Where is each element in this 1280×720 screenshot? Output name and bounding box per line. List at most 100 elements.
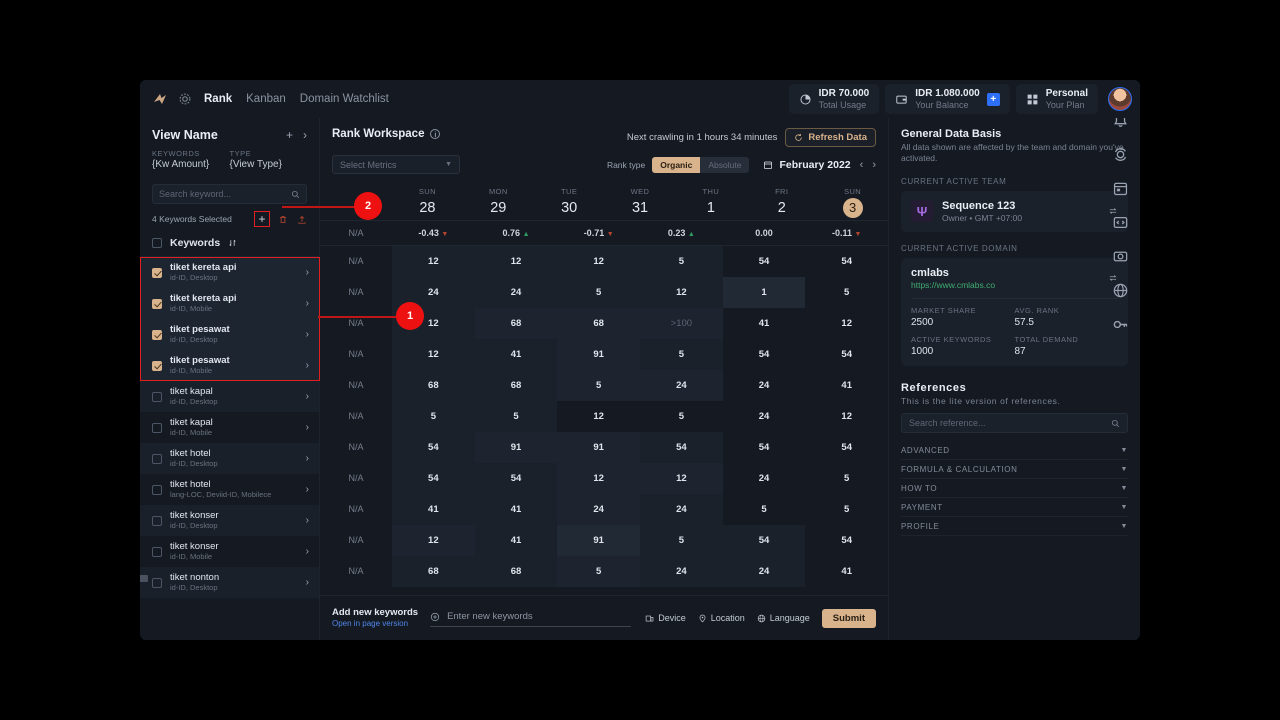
add-keyword-button[interactable]: + <box>254 211 270 227</box>
reference-search-box[interactable] <box>901 413 1128 434</box>
list-item[interactable]: tiket pesawat id-ID, Desktop › <box>140 319 319 350</box>
rank-cell[interactable]: 12 <box>392 246 475 277</box>
rank-cell[interactable]: 41 <box>392 494 475 525</box>
chevron-right-icon[interactable]: › <box>306 391 309 402</box>
table-row[interactable]: N/A 12 12 12 5 54 54 <box>320 246 888 277</box>
grid-day-header[interactable]: MON 29 <box>463 184 534 220</box>
rank-cell[interactable]: 24 <box>640 494 723 525</box>
language-option[interactable]: Language <box>757 613 810 623</box>
sync-icon[interactable] <box>1112 146 1129 163</box>
chevron-right-icon[interactable]: › <box>306 422 309 433</box>
rank-cell[interactable]: 12 <box>557 463 641 494</box>
rank-cell[interactable]: 54 <box>805 525 888 556</box>
rank-cell[interactable]: 68 <box>474 370 558 401</box>
list-item[interactable]: tiket konser id-ID, Desktop › <box>140 505 319 536</box>
rank-cell[interactable]: 24 <box>722 556 806 587</box>
rank-cell[interactable]: 5 <box>557 556 641 587</box>
gear-icon[interactable] <box>178 92 192 106</box>
prev-month-button[interactable]: ‹ <box>860 159 864 171</box>
rank-type-organic[interactable]: Organic <box>652 156 701 173</box>
keyword-checkbox[interactable] <box>152 329 162 340</box>
key-icon[interactable] <box>1112 316 1129 333</box>
rank-cell[interactable]: 24 <box>723 370 806 401</box>
chevron-right-icon[interactable]: › <box>306 577 309 588</box>
list-item[interactable]: tiket kapal id-ID, Desktop › <box>140 381 319 412</box>
nav-item-kanban[interactable]: Kanban <box>246 93 286 105</box>
new-keyword-input[interactable] <box>447 611 632 622</box>
expand-view-button[interactable]: › <box>303 128 307 142</box>
rank-cell[interactable]: 41 <box>474 525 558 556</box>
keyword-checkbox[interactable] <box>152 360 162 371</box>
grid-day-header[interactable]: SUN 28 <box>392 184 463 220</box>
rank-cell[interactable]: 68 <box>474 308 558 339</box>
rank-cell[interactable]: 12 <box>640 463 723 494</box>
sort-icon[interactable] <box>228 238 237 248</box>
calendar-icon[interactable] <box>1112 180 1129 197</box>
rank-type-absolute[interactable]: Absolute <box>700 156 750 173</box>
rank-cell[interactable]: 54 <box>722 525 806 556</box>
grid-day-header[interactable]: TUE 30 <box>534 184 605 220</box>
rank-cell[interactable]: 54 <box>392 432 475 463</box>
rank-cell[interactable]: 91 <box>557 339 641 370</box>
search-input[interactable] <box>159 189 291 199</box>
rank-cell[interactable]: 41 <box>474 339 558 370</box>
chevron-right-icon[interactable]: › <box>306 515 309 526</box>
table-row[interactable]: N/A 12 41 91 5 54 54 <box>320 339 888 370</box>
rank-cell[interactable]: 24 <box>557 494 641 525</box>
submit-button[interactable]: Submit <box>821 608 876 628</box>
reference-accordion-item[interactable]: HOW TO ▼ <box>901 479 1128 499</box>
list-item[interactable]: tiket hotel lang-LOC, Deviid-ID, Mobilece… <box>140 474 319 505</box>
keyword-checkbox[interactable] <box>152 515 162 526</box>
rank-cell[interactable]: 54 <box>805 339 888 370</box>
rank-cell[interactable]: 5 <box>640 339 723 370</box>
info-icon[interactable]: i <box>430 129 441 139</box>
balance-chip[interactable]: IDR 1.080.000 Your Balance + <box>885 84 1010 114</box>
table-row[interactable]: N/A 12 41 91 5 54 54 <box>320 525 888 556</box>
active-team-card[interactable]: Ψ Sequence 123 Owner • GMT +07:00 <box>901 190 1128 232</box>
rank-cell[interactable]: 54 <box>723 246 806 277</box>
keyword-checkbox[interactable] <box>152 422 162 433</box>
chevron-right-icon[interactable]: › <box>306 329 309 340</box>
rank-cell[interactable]: 24 <box>640 370 723 401</box>
open-page-version-link[interactable]: Open in page version <box>332 619 418 629</box>
rank-cell[interactable]: 54 <box>805 432 888 463</box>
nav-item-domain-watchlist[interactable]: Domain Watchlist <box>300 93 389 105</box>
grid-day-header[interactable]: WED 31 <box>605 184 676 220</box>
rank-cell[interactable]: 12 <box>805 401 888 432</box>
avatar[interactable] <box>1108 87 1132 111</box>
rank-cell-na[interactable]: N/A <box>320 339 392 370</box>
rank-cell[interactable]: 5 <box>392 401 475 432</box>
rank-cell-na[interactable]: N/A <box>320 246 392 277</box>
rank-cell-na[interactable]: N/A <box>320 556 392 587</box>
rank-cell[interactable]: 5 <box>805 494 888 525</box>
list-item[interactable]: tiket nonton id-ID, Desktop › <box>140 567 319 598</box>
rank-cell[interactable]: 68 <box>392 556 475 587</box>
rank-cell[interactable]: 5 <box>640 246 723 277</box>
rank-cell[interactable]: 41 <box>805 556 888 587</box>
rank-cell[interactable]: 68 <box>392 370 475 401</box>
rank-cell[interactable]: 91 <box>557 525 641 556</box>
rank-cell[interactable]: 5 <box>640 401 723 432</box>
new-keyword-input-wrap[interactable] <box>430 611 632 627</box>
rank-cell[interactable]: 24 <box>474 277 558 308</box>
rank-cell-na[interactable]: N/A <box>320 463 392 494</box>
code-icon[interactable] <box>1112 214 1129 231</box>
reference-accordion-item[interactable]: PAYMENT ▼ <box>901 498 1128 518</box>
refresh-data-button[interactable]: Refresh Data <box>785 128 876 147</box>
rank-cell[interactable]: 5 <box>805 277 888 308</box>
keyword-checkbox[interactable] <box>152 453 162 464</box>
list-item[interactable]: tiket kereta api id-ID, Desktop › <box>140 257 319 288</box>
rank-cell-na[interactable]: N/A <box>320 432 392 463</box>
keyword-checkbox[interactable] <box>152 546 162 557</box>
domain-url[interactable]: https://www.cmlabs.co <box>911 280 995 290</box>
add-view-button[interactable]: + <box>286 128 293 142</box>
plan-chip[interactable]: Personal Your Plan <box>1015 84 1098 114</box>
table-row[interactable]: N/A 68 68 5 24 24 41 <box>320 556 888 587</box>
trash-icon[interactable] <box>278 214 288 225</box>
rank-cell[interactable]: >100 <box>640 308 723 339</box>
table-row[interactable]: N/A 54 91 91 54 54 54 <box>320 432 888 463</box>
rank-cell[interactable]: 68 <box>474 556 558 587</box>
rank-cell-na[interactable]: N/A <box>320 525 392 556</box>
rank-cell[interactable]: 12 <box>805 308 888 339</box>
reference-accordion-item[interactable]: FORMULA & CALCULATION ▼ <box>901 460 1128 480</box>
